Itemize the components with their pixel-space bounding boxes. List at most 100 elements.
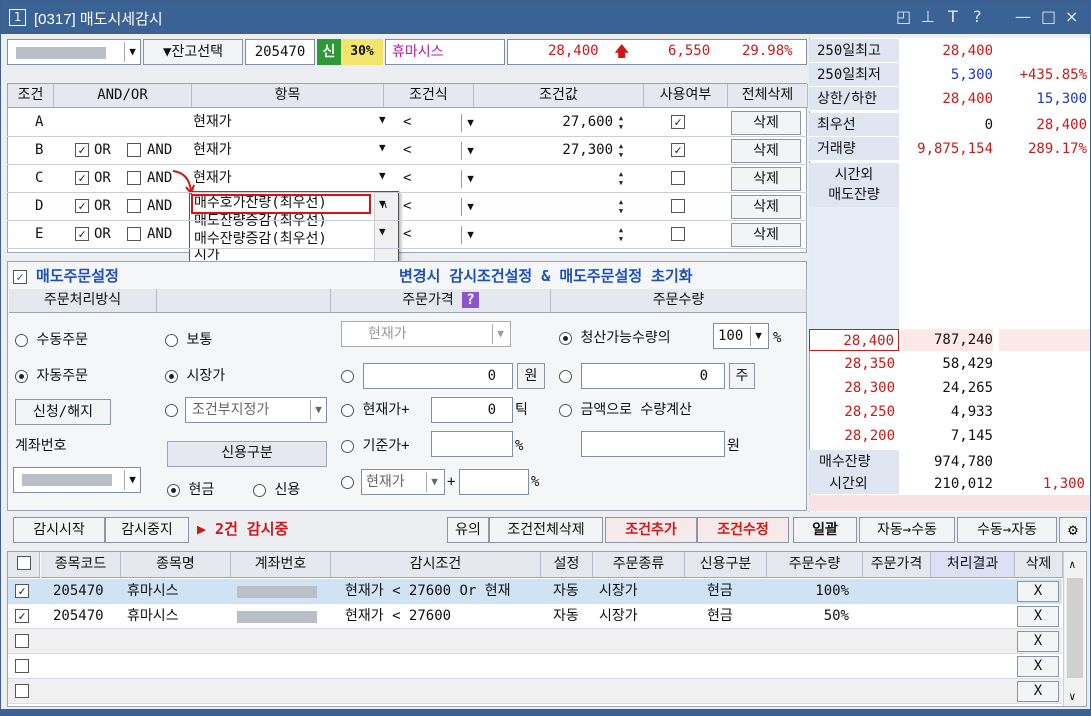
table-row[interactable] — [8, 654, 1062, 679]
chevron-down-icon[interactable]: ▼ — [379, 141, 386, 154]
close-icon[interactable]: × — [1065, 7, 1078, 26]
window-number-badge[interactable]: 1 — [9, 9, 26, 26]
chevron-down-icon[interactable]: ▼ — [492, 324, 508, 344]
row-checkbox[interactable]: ✓ — [15, 609, 29, 623]
and-checkbox[interactable] — [127, 171, 141, 185]
help-icon[interactable]: ? — [462, 292, 479, 308]
cond-operator[interactable]: < — [403, 221, 411, 247]
cash-radio[interactable]: 현금 — [167, 479, 214, 501]
chevron-down-icon[interactable]: ▼ — [426, 472, 442, 492]
maximize-icon[interactable]: □ — [1041, 7, 1056, 26]
dropdown-option[interactable]: 매도잔량증감(최우선) — [194, 212, 374, 230]
cond-header[interactable]: 전체삭제 — [728, 84, 808, 108]
qty-percent-select[interactable]: 100 ▼ — [713, 323, 769, 349]
and-checkbox[interactable] — [127, 227, 141, 241]
list-scrollbar[interactable]: ∧ ∨ — [1063, 552, 1085, 706]
gear-icon[interactable]: ⚙ — [1059, 517, 1087, 543]
value-spinner-icon[interactable]: ▲ ▼ — [615, 170, 627, 188]
amount-input[interactable] — [581, 431, 725, 457]
value-spinner-icon[interactable]: ▲ ▼ — [615, 198, 627, 216]
cond-value[interactable]: 27,300 — [481, 137, 613, 163]
chevron-down-icon[interactable]: ▼ — [461, 142, 479, 160]
account-number-select[interactable]: ▼ — [13, 467, 141, 493]
chevron-down-icon[interactable]: ▼ — [310, 400, 326, 420]
layout-icon[interactable]: ◰ — [896, 7, 911, 26]
qty-input[interactable]: 0 — [581, 363, 725, 389]
cond-operator[interactable]: < — [403, 109, 411, 135]
toggle-request-button[interactable]: 신청/해지 — [15, 399, 111, 425]
credit-radio[interactable]: 신용 — [253, 479, 300, 501]
price-input-radio[interactable] — [341, 365, 354, 387]
cond-operator[interactable]: < — [403, 165, 411, 191]
font-size-icon[interactable]: T — [948, 7, 958, 26]
or-checkbox[interactable]: ✓ — [75, 227, 89, 241]
dropdown-option[interactable]: 매수잔량증감(최우선) — [194, 230, 374, 248]
chevron-down-icon[interactable]: ▼ — [379, 113, 386, 126]
stop-monitor-button[interactable]: 감시중지 — [105, 517, 189, 543]
cond-item[interactable]: 현재가 — [193, 137, 379, 163]
delete-row-button[interactable]: 삭제 — [731, 111, 801, 135]
market-price-radio[interactable]: 시장가 — [165, 365, 225, 387]
chevron-down-icon[interactable]: ▼ — [379, 197, 386, 210]
row-checkbox[interactable] — [15, 684, 29, 698]
price-type-select[interactable]: 현재가 ▼ — [341, 321, 511, 347]
base-plus-input[interactable] — [431, 431, 513, 457]
cur-plus-radio[interactable]: 현재가+ — [341, 399, 410, 421]
select-all-checkbox[interactable] — [8, 552, 40, 578]
value-spinner-icon[interactable]: ▲ ▼ — [615, 226, 627, 244]
or-checkbox[interactable]: ✓ — [75, 171, 89, 185]
row-delete-button[interactable]: X — [1017, 681, 1059, 702]
modify-condition-button[interactable]: 조건수정 — [697, 517, 789, 543]
cond-item[interactable]: 현재가 — [193, 165, 379, 191]
cur-price-select[interactable]: 현재가 ▼ — [361, 469, 445, 495]
bid-price[interactable]: 28,200 — [809, 425, 899, 447]
use-checkbox[interactable]: ✓ — [671, 115, 685, 129]
conditional-limit-select[interactable]: 조건부지정가 ▼ — [185, 397, 327, 423]
cond-operator[interactable]: < — [403, 193, 411, 219]
and-checkbox[interactable] — [127, 143, 141, 157]
delete-row-button[interactable]: 삭제 — [731, 195, 801, 219]
table-row[interactable] — [8, 679, 1062, 704]
chevron-down-icon[interactable]: ▼ — [750, 326, 766, 346]
conditional-limit-radio[interactable] — [165, 399, 178, 421]
add-condition-button[interactable]: 조건추가 — [605, 517, 697, 543]
amount-calc-radio[interactable]: 금액으로 수량계산 — [559, 399, 692, 421]
row-delete-button[interactable]: X — [1017, 631, 1059, 652]
chevron-down-icon[interactable]: ▼ — [379, 169, 386, 182]
price-input[interactable]: 0 — [363, 363, 513, 389]
help-icon[interactable]: ? — [973, 7, 982, 26]
base-plus-radio[interactable]: 기준가+ — [341, 435, 410, 457]
table-row[interactable] — [8, 629, 1062, 654]
start-monitor-button[interactable]: 감시시작 — [13, 517, 105, 543]
cond-item[interactable]: 현재가 — [193, 109, 379, 135]
value-spinner-icon[interactable]: ▲ ▼ — [615, 142, 627, 160]
row-delete-button[interactable]: X — [1017, 656, 1059, 677]
liquid-qty-radio[interactable]: 청산가능수량의 — [559, 327, 671, 349]
bid-price[interactable]: 28,400 — [809, 329, 899, 351]
cond-operator[interactable]: < — [403, 137, 411, 163]
order-settings-title[interactable]: ✓ 매도주문설정 — [13, 265, 119, 286]
normal-radio[interactable]: 보통 — [165, 329, 212, 351]
minimize-icon[interactable]: — — [1015, 7, 1031, 26]
bid-price[interactable]: 28,250 — [809, 401, 899, 423]
cond-value[interactable]: 27,600 — [481, 109, 613, 135]
tick-input[interactable]: 0 — [431, 397, 513, 423]
row-delete-button[interactable]: X — [1017, 581, 1059, 602]
pin-icon[interactable]: ⊥ — [921, 7, 935, 26]
manual-order-radio[interactable]: 수동주문 — [15, 329, 88, 351]
balance-select-button[interactable]: ▼잔고선택 — [143, 39, 243, 65]
delete-row-button[interactable]: 삭제 — [731, 139, 801, 163]
or-checkbox[interactable]: ✓ — [75, 199, 89, 213]
bid-price[interactable]: 28,300 — [809, 377, 899, 399]
chevron-down-icon[interactable]: ▼ — [124, 470, 140, 490]
chevron-down-icon[interactable]: ▼ — [461, 114, 479, 132]
auto-order-radio[interactable]: 자동주문 — [15, 365, 88, 387]
chevron-down-icon[interactable]: ▼ — [461, 170, 479, 188]
value-spinner-icon[interactable]: ▲ ▼ — [615, 114, 627, 132]
row-checkbox[interactable]: ✓ — [15, 584, 29, 598]
stock-code-field[interactable]: 205470 — [245, 39, 315, 65]
row-checkbox[interactable] — [15, 659, 29, 673]
chevron-down-icon[interactable]: ▼ — [461, 226, 479, 244]
cur-price-radio[interactable] — [341, 471, 354, 493]
or-checkbox[interactable]: ✓ — [75, 143, 89, 157]
